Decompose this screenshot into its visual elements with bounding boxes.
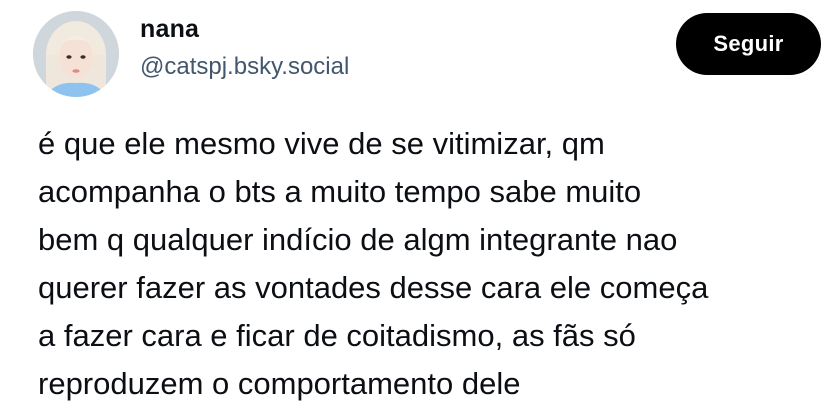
post-text-line: reproduzem o comportamento dele	[38, 366, 521, 401]
post-text-line: a fazer cara e ficar de coitadismo, as f…	[38, 318, 636, 353]
post-text-line: bem q qualquer indício de algm integrant…	[38, 222, 678, 257]
post-text: é que ele mesmo vive de se vitimizar, qm…	[38, 120, 828, 408]
post-text-line: acompanha o bts a muito tempo sabe muito	[38, 174, 642, 209]
avatar[interactable]	[33, 11, 119, 97]
post-text-line: é que ele mesmo vive de se vitimizar, qm	[38, 126, 605, 161]
post-card: nana @catspj.bsky.social Seguir é que el…	[0, 0, 828, 409]
avatar-image	[33, 11, 119, 97]
author-handle[interactable]: @catspj.bsky.social	[140, 53, 349, 81]
author-display-name[interactable]: nana	[140, 15, 199, 44]
post-text-line: querer fazer as vontades desse cara ele …	[38, 270, 709, 305]
follow-button[interactable]: Seguir	[676, 13, 821, 75]
